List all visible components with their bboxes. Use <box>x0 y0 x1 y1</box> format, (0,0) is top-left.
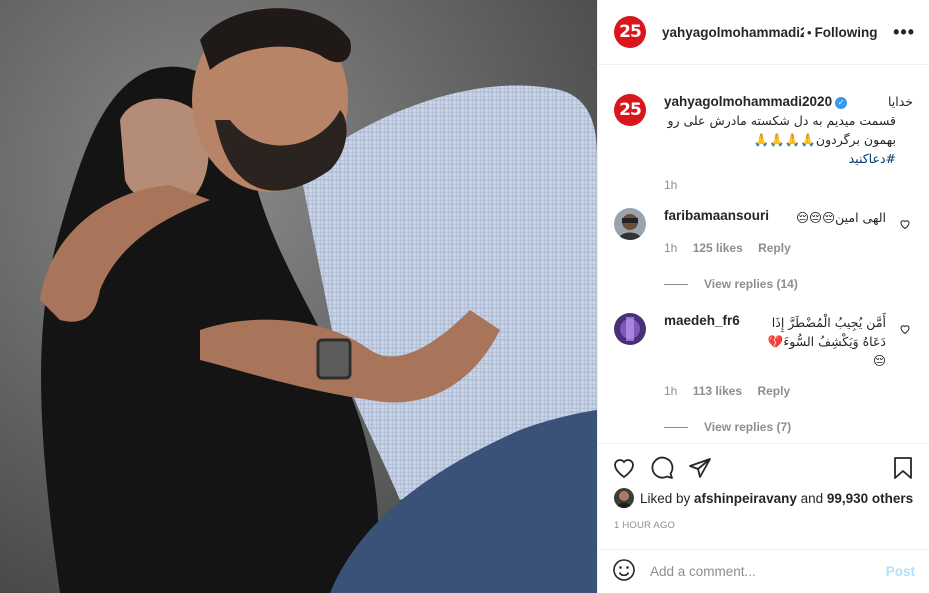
comment-username[interactable]: maedeh_fr6 <box>664 313 740 328</box>
post-comment-button[interactable]: Post <box>886 564 915 579</box>
author-avatar[interactable]: 25 <box>614 16 646 48</box>
action-bar <box>598 443 929 491</box>
view-replies-button[interactable]: View replies (14) <box>664 277 913 291</box>
comment-item: faribamaansouri الهی امین😔😔😔 1h 125 like… <box>614 208 913 255</box>
post-header: 25 yahyagolmohammadi2 • Following ••• <box>598 0 929 65</box>
share-paper-plane-icon[interactable] <box>688 456 712 491</box>
following-button[interactable]: Following <box>815 25 878 40</box>
post-photo[interactable] <box>0 0 597 593</box>
comment-username[interactable]: faribamaansouri <box>664 208 769 223</box>
comment-text: أَمَّن يُجِيبُ الْمُضْطَرَّ إِذَا دَعَاه… <box>767 315 886 368</box>
post-side-panel: 25 yahyagolmohammadi2 • Following ••• 25… <box>597 0 929 593</box>
likes-summary: Liked by afshinpeiravany and 99,930 othe… <box>614 488 913 508</box>
comment-time[interactable]: 1h <box>664 384 677 398</box>
commenter-avatar[interactable] <box>614 208 646 240</box>
comment-item: maedeh_fr6 أَمَّن يُجِيبُ الْمُضْطَرَّ إ… <box>614 313 913 398</box>
view-replies-label: View replies (14) <box>704 277 798 291</box>
liker-avatar[interactable] <box>614 488 634 508</box>
like-heart-icon[interactable] <box>612 456 636 491</box>
header-separator: • <box>807 24 812 40</box>
add-comment-input[interactable] <box>650 564 886 579</box>
post-timestamp[interactable]: 1 HOUR AGO <box>614 520 675 531</box>
likes-others-count[interactable]: 99,930 others <box>827 491 913 506</box>
caption-hashtag[interactable]: #دعاکنید <box>849 151 896 166</box>
like-comment-heart-icon[interactable] <box>899 323 911 338</box>
view-replies-button[interactable]: View replies (7) <box>664 420 913 434</box>
caption-time[interactable]: 1h <box>664 178 913 192</box>
caption-username[interactable]: yahyagolmohammadi2020 <box>664 94 832 109</box>
likes-prefix: Liked by <box>640 490 695 506</box>
comment-bubble-icon[interactable] <box>650 456 674 491</box>
comment-likes[interactable]: 125 likes <box>693 241 743 255</box>
replies-divider <box>664 426 688 428</box>
save-bookmark-icon[interactable] <box>891 456 915 491</box>
like-comment-heart-icon[interactable] <box>899 218 911 233</box>
photo-image <box>0 0 597 593</box>
caption-text: قسمت میدیم به دل شکسته مادرش علی رو بهمو… <box>667 113 896 147</box>
likes-middle: and <box>796 490 827 506</box>
comment-time[interactable]: 1h <box>664 241 677 255</box>
more-options-button[interactable]: ••• <box>893 22 915 43</box>
author-username[interactable]: yahyagolmohammadi2 <box>662 25 804 40</box>
replies-divider <box>664 283 688 285</box>
caption: 25 yahyagolmohammadi2020 ✓ خدایا قسمت مید… <box>614 66 913 192</box>
verified-badge-icon: ✓ <box>835 96 848 109</box>
reply-button[interactable]: Reply <box>758 241 791 255</box>
comment-likes[interactable]: 113 likes <box>693 384 742 398</box>
caption-avatar[interactable]: 25 <box>614 94 646 126</box>
liker-username[interactable]: afshinpeiravany <box>694 491 797 506</box>
view-replies-label: View replies (7) <box>704 420 792 434</box>
caption-line1: خدایا <box>887 94 913 109</box>
reply-button[interactable]: Reply <box>757 384 790 398</box>
emoji-picker-icon[interactable] <box>612 558 636 585</box>
commenter-avatar[interactable] <box>614 313 646 345</box>
comment-text: الهی امین😔😔😔 <box>796 210 886 225</box>
add-comment-bar: Post <box>598 549 929 593</box>
comments-list[interactable]: 25 yahyagolmohammadi2020 ✓ خدایا قسمت مید… <box>598 66 929 444</box>
